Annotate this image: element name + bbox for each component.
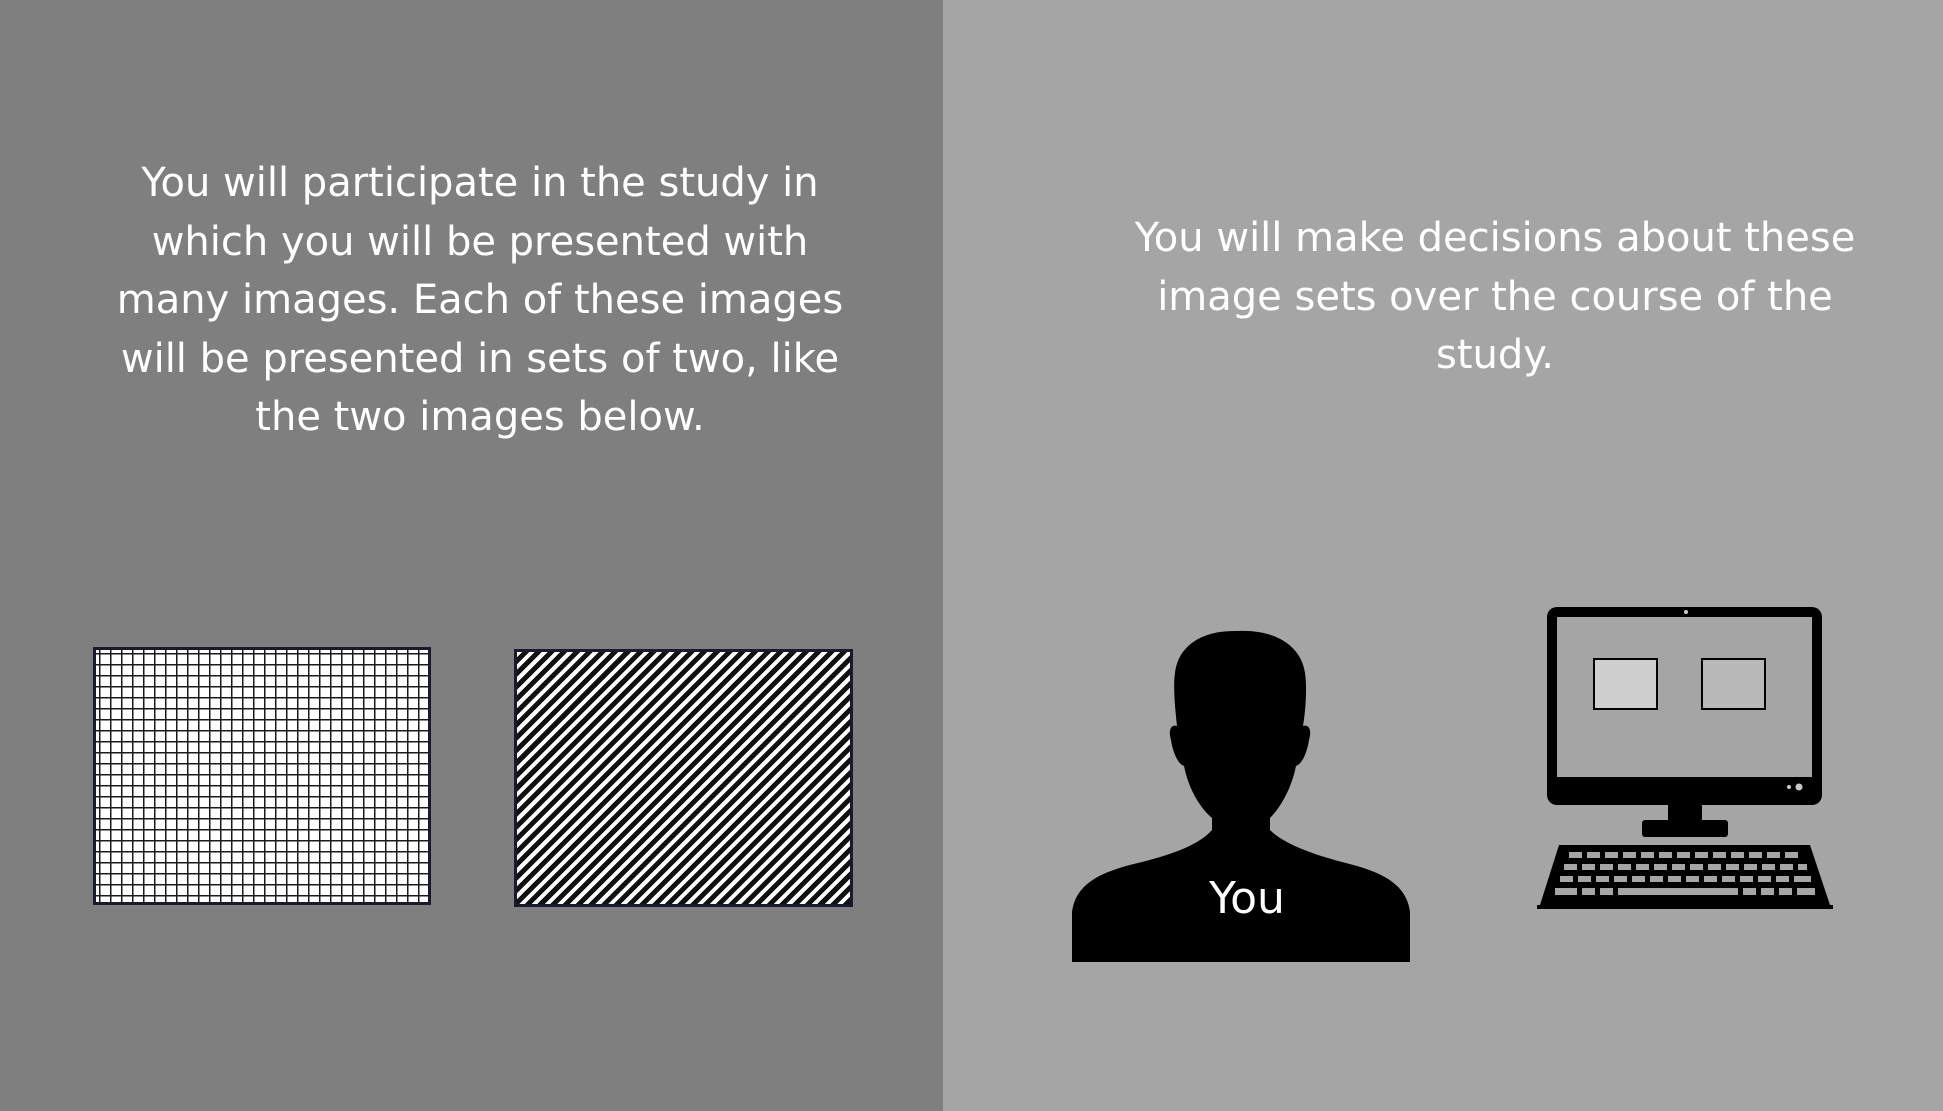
instruction-slide: You will participate in the study in whi…	[0, 0, 1943, 1111]
diagonal-stripe-image	[514, 649, 853, 907]
left-instruction-text: You will participate in the study in whi…	[116, 160, 844, 440]
person-silhouette-graphic	[1072, 630, 1410, 962]
right-instruction-text: You will make decisions about these imag…	[1134, 215, 1856, 378]
person-silhouette-icon: You	[1062, 618, 1417, 978]
participant-label: You	[1209, 873, 1285, 924]
grid-pattern-image	[93, 647, 431, 905]
desktop-computer-graphic	[1537, 607, 1833, 909]
desktop-computer-icon	[1537, 605, 1837, 919]
